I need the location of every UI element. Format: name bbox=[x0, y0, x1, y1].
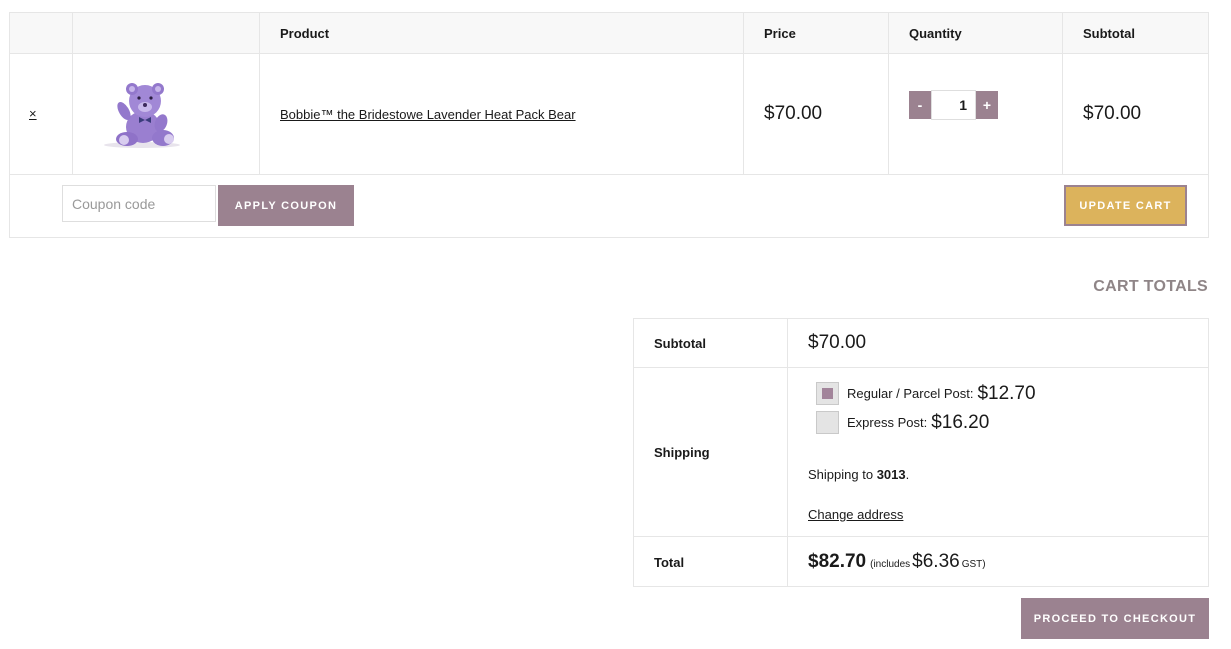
remove-cell: × bbox=[10, 54, 73, 174]
totals-total-value: $82.70 bbox=[808, 551, 867, 572]
totals-subtotal-value: $70.00 bbox=[808, 332, 867, 353]
header-quantity: Quantity bbox=[889, 13, 1063, 53]
totals-shipping-row: Shipping Regular / Parcel Post: $12.70 E… bbox=[634, 368, 1208, 537]
thumbnail-cell bbox=[73, 54, 260, 174]
shipping-destination: Shipping to 3013. bbox=[808, 467, 909, 482]
shipping-option-express-label: Express Post: bbox=[847, 415, 928, 430]
header-price: Price bbox=[744, 13, 889, 53]
item-price: $70.00 bbox=[764, 103, 823, 124]
product-name-cell: Bobbie™ the Bridestowe Lavender Heat Pac… bbox=[260, 54, 744, 174]
shipping-radio-express[interactable] bbox=[816, 411, 839, 434]
remove-item-link[interactable]: × bbox=[29, 106, 37, 121]
tax-includes-note: (includes $6.36 GST) bbox=[870, 551, 985, 573]
product-name-link[interactable]: Bobbie™ the Bridestowe Lavender Heat Pac… bbox=[260, 107, 576, 122]
quantity-input[interactable] bbox=[931, 89, 976, 120]
update-cart-button[interactable]: UPDATE CART bbox=[1064, 185, 1187, 226]
tax-suffix: GST) bbox=[961, 559, 986, 570]
change-address-link[interactable]: Change address bbox=[808, 507, 903, 522]
totals-subtotal-label: Subtotal bbox=[634, 319, 788, 367]
header-thumbnail bbox=[73, 13, 260, 53]
totals-total-label: Total bbox=[634, 537, 788, 587]
header-product: Product bbox=[260, 13, 744, 53]
shipping-option-regular[interactable]: Regular / Parcel Post: $12.70 bbox=[816, 382, 1036, 405]
shipping-postcode: 3013 bbox=[876, 467, 906, 482]
quantity-increase-button[interactable]: + bbox=[976, 90, 998, 119]
shipping-to-text: Shipping to bbox=[808, 467, 874, 482]
item-subtotal-cell: $70.00 bbox=[1063, 54, 1208, 174]
totals-total-row: Total $82.70 (includes $6.36 GST) bbox=[634, 537, 1208, 587]
shipping-radio-regular[interactable] bbox=[816, 382, 839, 405]
totals-subtotal-cell: $70.00 bbox=[788, 319, 1208, 367]
totals-shipping-label: Shipping bbox=[634, 368, 788, 536]
shipping-option-express-price: $16.20 bbox=[931, 411, 990, 433]
cart-actions-row: APPLY COUPON UPDATE CART bbox=[10, 175, 1208, 238]
tax-amount: $6.36 bbox=[912, 551, 960, 572]
header-remove bbox=[10, 13, 73, 53]
cart-item-row: × Bobbie™ the Bridestowe Lavender Heat P… bbox=[10, 54, 1208, 175]
shipping-option-express[interactable]: Express Post: $16.20 bbox=[816, 411, 989, 434]
includes-prefix: (includes bbox=[870, 559, 911, 570]
coupon-code-input[interactable] bbox=[62, 185, 216, 222]
cart-totals-table: Subtotal $70.00 Shipping Regular / Parce… bbox=[633, 318, 1209, 587]
totals-total-cell: $82.70 (includes $6.36 GST) bbox=[788, 537, 1208, 587]
quantity-cell: - + bbox=[889, 54, 1063, 174]
quantity-decrease-button[interactable]: - bbox=[909, 90, 931, 119]
quantity-stepper: - + bbox=[909, 89, 998, 120]
shipping-to-suffix: . bbox=[905, 467, 910, 482]
lavender-teddy-bear-image[interactable] bbox=[97, 79, 187, 149]
totals-subtotal-row: Subtotal $70.00 bbox=[634, 319, 1208, 368]
cart-table: Product Price Quantity Subtotal × Bobbie… bbox=[9, 12, 1209, 238]
apply-coupon-button[interactable]: APPLY COUPON bbox=[218, 185, 354, 226]
proceed-to-checkout-button[interactable]: PROCEED TO CHECKOUT bbox=[1021, 598, 1209, 639]
shipping-option-regular-label: Regular / Parcel Post: bbox=[847, 386, 974, 401]
price-cell: $70.00 bbox=[744, 54, 889, 174]
shipping-option-regular-price: $12.70 bbox=[977, 382, 1036, 404]
cart-header-row: Product Price Quantity Subtotal bbox=[10, 13, 1208, 54]
item-subtotal: $70.00 bbox=[1083, 103, 1142, 124]
header-subtotal: Subtotal bbox=[1083, 25, 1135, 41]
shipping-options-cell: Regular / Parcel Post: $12.70 Express Po… bbox=[788, 368, 1208, 536]
cart-totals-title: CART TOTALS bbox=[1093, 278, 1208, 295]
